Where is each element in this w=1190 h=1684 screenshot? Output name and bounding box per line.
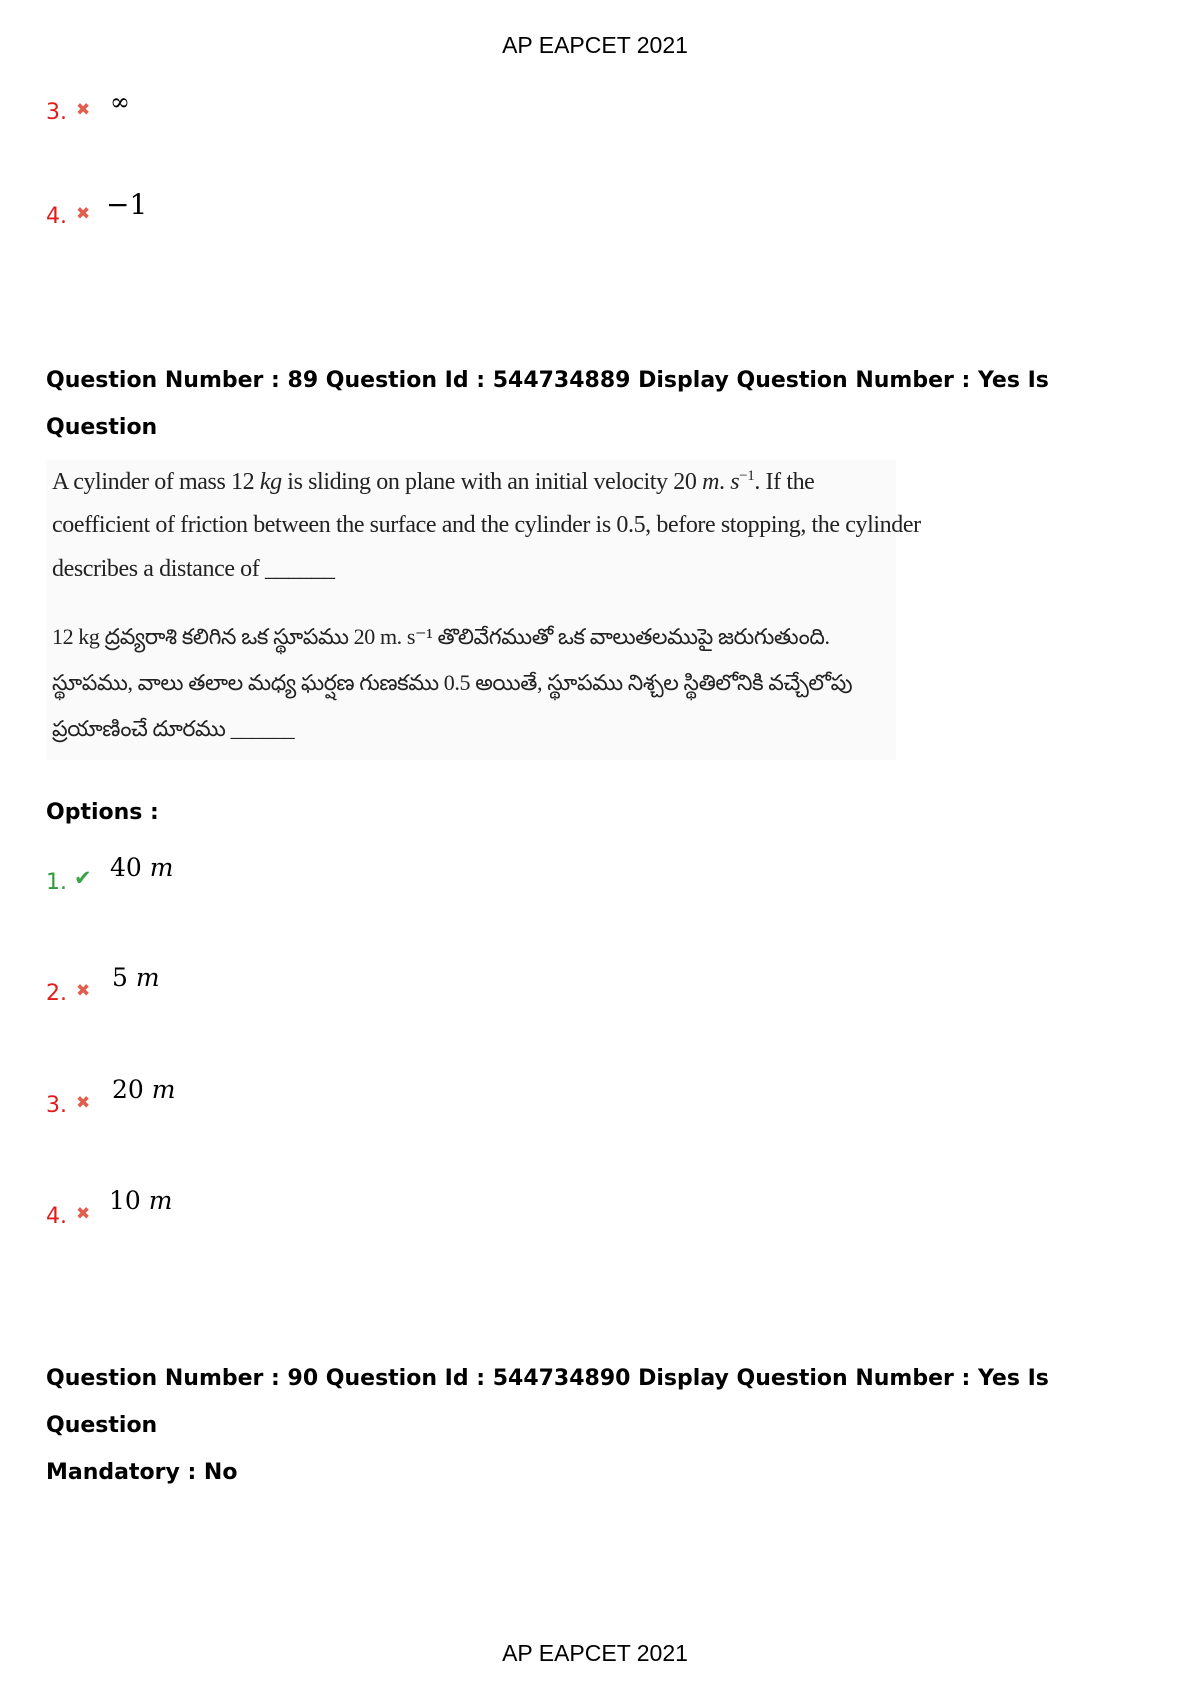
cross-icon: ✖ [76,1093,91,1113]
question-90-heading: Question Number : 90 Question Id : 54473… [46,1355,1156,1496]
option-number: 2. [46,981,67,1006]
page-header: AP EAPCET 2021 [502,32,688,58]
option-number: 4. [46,1204,67,1229]
option-value: 10 m [109,1186,173,1215]
question-telugu-line: 12 kg ద్రవ్యరాశి కలిగిన ఒక స్థూపము 20 m.… [52,624,830,649]
options-label: Options : [46,800,159,825]
cross-icon: ✖ [76,981,91,1001]
cross-icon: ✖ [76,1204,91,1224]
option-value: ∞ [110,88,130,116]
question-89-body: A cylinder of mass 12 kg is sliding on p… [46,460,921,760]
option-number: 4. [46,204,67,229]
option-number: 3. [46,100,67,125]
cross-icon: ✖ [76,204,91,224]
option-value: 20 m [112,1075,176,1104]
page-footer: AP EAPCET 2021 [502,1640,688,1666]
question-english-line: coefficient of friction between the surf… [52,512,921,538]
question-english-line: A cylinder of mass 12 kg is sliding on p… [52,468,815,495]
cross-icon: ✖ [76,100,91,120]
question-telugu-line: ప్రయాణించే దూరము ______ [52,716,295,741]
question-english-line: describes a distance of ______ [52,556,335,582]
question-heading-line: Question Number : 89 Question Id : 54473… [46,368,1049,440]
question-heading-line: Mandatory : No [46,1460,238,1485]
option-value: 40 m [110,853,174,882]
check-icon: ✔ [74,866,92,890]
question-telugu-line: స్థూపము, వాలు తలాల మధ్య ఘర్షణ గుణకము 0.5… [52,670,853,695]
option-number: 1. [46,870,67,895]
option-number: 3. [46,1093,67,1118]
option-value: 5 m [112,963,160,992]
option-value: −1 [106,188,148,221]
question-heading-line: Question Number : 90 Question Id : 54473… [46,1366,1049,1438]
